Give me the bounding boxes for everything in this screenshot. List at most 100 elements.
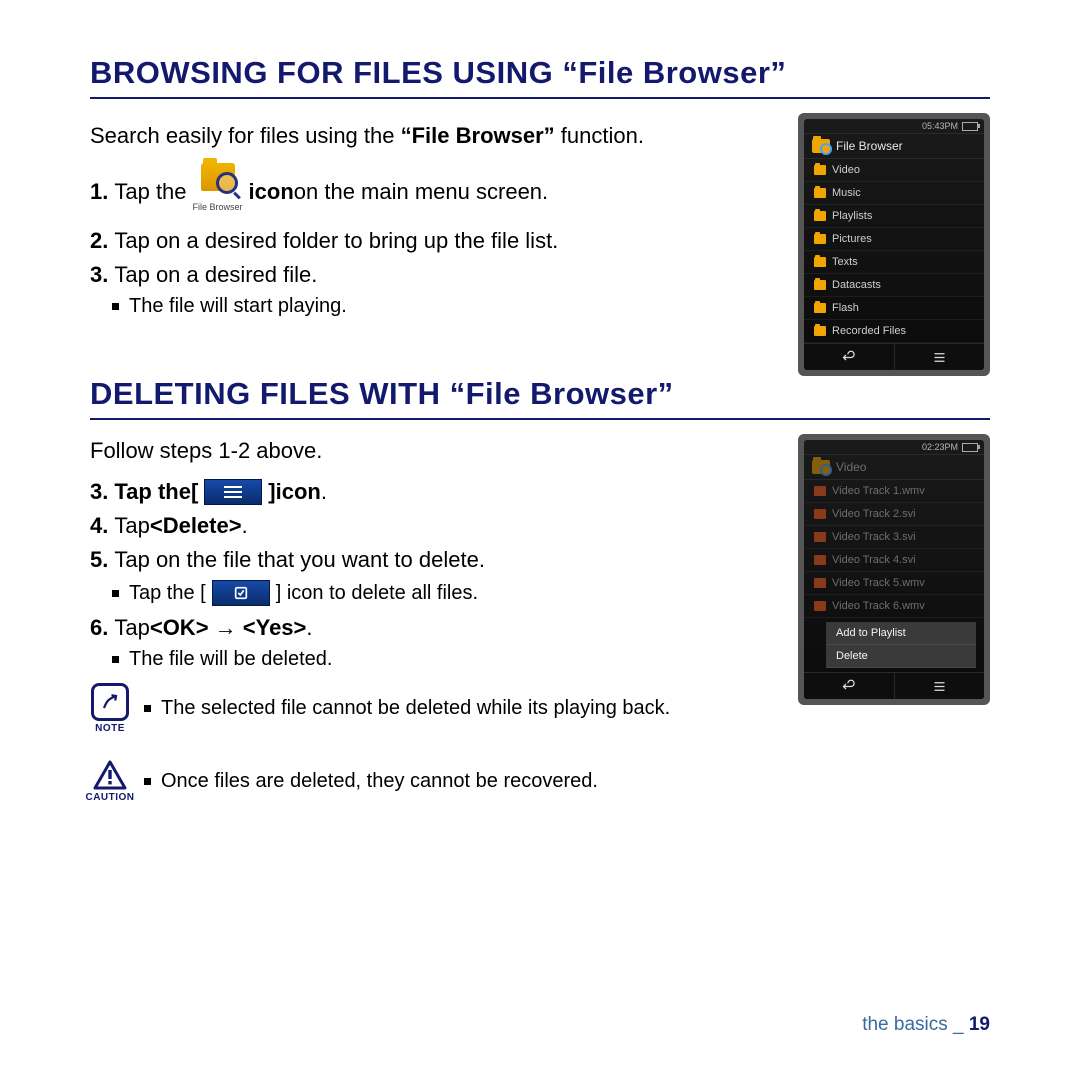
video-icon xyxy=(814,578,826,588)
video-icon xyxy=(814,509,826,519)
screen-title: File Browser xyxy=(836,139,903,153)
step-d4-num: 4. xyxy=(90,512,108,540)
folder-icon xyxy=(814,303,826,313)
folder-icon xyxy=(814,188,826,198)
list-item-label: Video Track 5.wmv xyxy=(832,577,925,589)
screen-title-row: File Browser xyxy=(804,134,984,159)
list-item[interactable]: Recorded Files xyxy=(804,320,984,343)
step-d5-num: 5. xyxy=(90,546,108,574)
step-d5-sub-pre: Tap the [ xyxy=(129,582,206,605)
folder-icon xyxy=(814,165,826,175)
list-item-label: Video Track 6.wmv xyxy=(832,600,925,612)
step-d3: 3. Tap the [ ] icon. xyxy=(90,478,778,506)
square-bullet-icon xyxy=(112,303,119,310)
context-menu: Add to Playlist Delete xyxy=(826,622,976,668)
folder-icon xyxy=(814,257,826,267)
square-bullet-icon xyxy=(144,778,151,785)
list-item[interactable]: Video Track 5.wmv xyxy=(804,572,984,595)
list-item[interactable]: Video Track 1.wmv xyxy=(804,480,984,503)
list-item[interactable]: Video Track 6.wmv xyxy=(804,595,984,618)
note-badge: NOTE xyxy=(90,683,130,734)
step-1: 1. Tap the File Browser icon on the main… xyxy=(90,163,778,221)
bracket-open: [ xyxy=(191,478,198,506)
step-3-sub: The file will start playing. xyxy=(112,295,778,318)
intro-pre: Search easily for files using the xyxy=(90,123,401,148)
menu-icon xyxy=(204,479,262,505)
list-item-label: Datacasts xyxy=(832,279,881,291)
step-d3-pre: Tap the xyxy=(114,478,191,506)
video-icon xyxy=(814,555,826,565)
step-d5-sub: Tap the [ ] icon to delete all files. xyxy=(112,580,778,606)
list-item[interactable]: Pictures xyxy=(804,228,984,251)
heading-browsing: BROWSING FOR FILES USING “File Browser” xyxy=(90,55,990,99)
list-item-label: Video xyxy=(832,164,860,176)
file-browser-icon: File Browser xyxy=(193,163,243,221)
device-navbar xyxy=(804,672,984,699)
list-item-label: Flash xyxy=(832,302,859,314)
list-item[interactable]: Datacasts xyxy=(804,274,984,297)
step-d5-text: Tap on the file that you want to delete. xyxy=(114,546,485,574)
step-d6-pre: Tap xyxy=(114,614,149,642)
page-footer: the basics _ 19 xyxy=(862,1014,990,1036)
status-bar: 05:43PM xyxy=(804,119,984,134)
note-label: NOTE xyxy=(95,723,125,734)
list-item[interactable]: Playlists xyxy=(804,205,984,228)
list-item-label: Video Track 1.wmv xyxy=(832,485,925,497)
back-button[interactable] xyxy=(804,673,894,699)
step-d6-post: . xyxy=(306,614,312,642)
select-all-icon xyxy=(212,580,270,606)
note-row: NOTE The selected file cannot be deleted… xyxy=(90,683,778,734)
device-navbar xyxy=(804,343,984,370)
folder-icon xyxy=(814,326,826,336)
list-item-label: Playlists xyxy=(832,210,872,222)
step-d4-post: . xyxy=(242,512,248,540)
square-bullet-icon xyxy=(112,590,119,597)
video-icon xyxy=(814,486,826,496)
list-item[interactable]: Music xyxy=(804,182,984,205)
menu-item-add-playlist[interactable]: Add to Playlist xyxy=(826,622,976,645)
bracket-close: ] xyxy=(268,478,275,506)
list-item[interactable]: Video Track 4.svi xyxy=(804,549,984,572)
menu-item-delete[interactable]: Delete xyxy=(826,645,976,668)
video-icon xyxy=(814,532,826,542)
step-1-pre: Tap the xyxy=(114,178,186,206)
list-item[interactable]: Flash xyxy=(804,297,984,320)
list-item-label: Recorded Files xyxy=(832,325,906,337)
status-time: 05:43PM xyxy=(922,121,958,131)
step-3-sub-text: The file will start playing. xyxy=(129,295,347,318)
heading-deleting: DELETING FILES WITH “File Browser” xyxy=(90,376,990,420)
step-2-num: 2. xyxy=(90,227,108,255)
step-d6-sub-text: The file will be deleted. xyxy=(129,648,332,671)
folder-search-icon xyxy=(812,139,830,153)
caution-row: CAUTION Once files are deleted, they can… xyxy=(90,760,778,803)
step-d6-sub: The file will be deleted. xyxy=(112,648,778,671)
menu-button[interactable] xyxy=(894,673,985,699)
back-button[interactable] xyxy=(804,344,894,370)
battery-icon xyxy=(962,122,978,131)
list-item[interactable]: Video Track 2.svi xyxy=(804,503,984,526)
file-browser-icon-caption: File Browser xyxy=(193,193,243,221)
menu-button[interactable] xyxy=(894,344,985,370)
list-item[interactable]: Video xyxy=(804,159,984,182)
step-d3-bold: icon xyxy=(276,478,321,506)
step-d3-post: . xyxy=(321,478,327,506)
step-1-bold: icon xyxy=(249,178,294,206)
note-icon xyxy=(91,683,129,721)
intro-post: function. xyxy=(555,123,644,148)
step-d5-sub-post: ] icon to delete all files. xyxy=(276,582,478,605)
list-item[interactable]: Texts xyxy=(804,251,984,274)
list-item[interactable]: Video Track 3.svi xyxy=(804,526,984,549)
step-2-text: Tap on a desired folder to bring up the … xyxy=(114,227,558,255)
intro-text: Search easily for files using the “File … xyxy=(90,123,778,149)
caution-badge: CAUTION xyxy=(90,760,130,803)
step-d6-num: 6. xyxy=(90,614,108,642)
battery-icon xyxy=(962,443,978,452)
list-item-label: Texts xyxy=(832,256,858,268)
caution-label: CAUTION xyxy=(85,792,134,803)
list-item-label: Pictures xyxy=(832,233,872,245)
step-1-num: 1. xyxy=(90,178,108,206)
device-screenshot-delete: 02:23PM Video Video Track 1.wmv Video Tr… xyxy=(798,434,990,705)
list-item-label: Video Track 4.svi xyxy=(832,554,916,566)
list-item-label: Music xyxy=(832,187,861,199)
step-2: 2. Tap on a desired folder to bring up t… xyxy=(90,227,778,255)
